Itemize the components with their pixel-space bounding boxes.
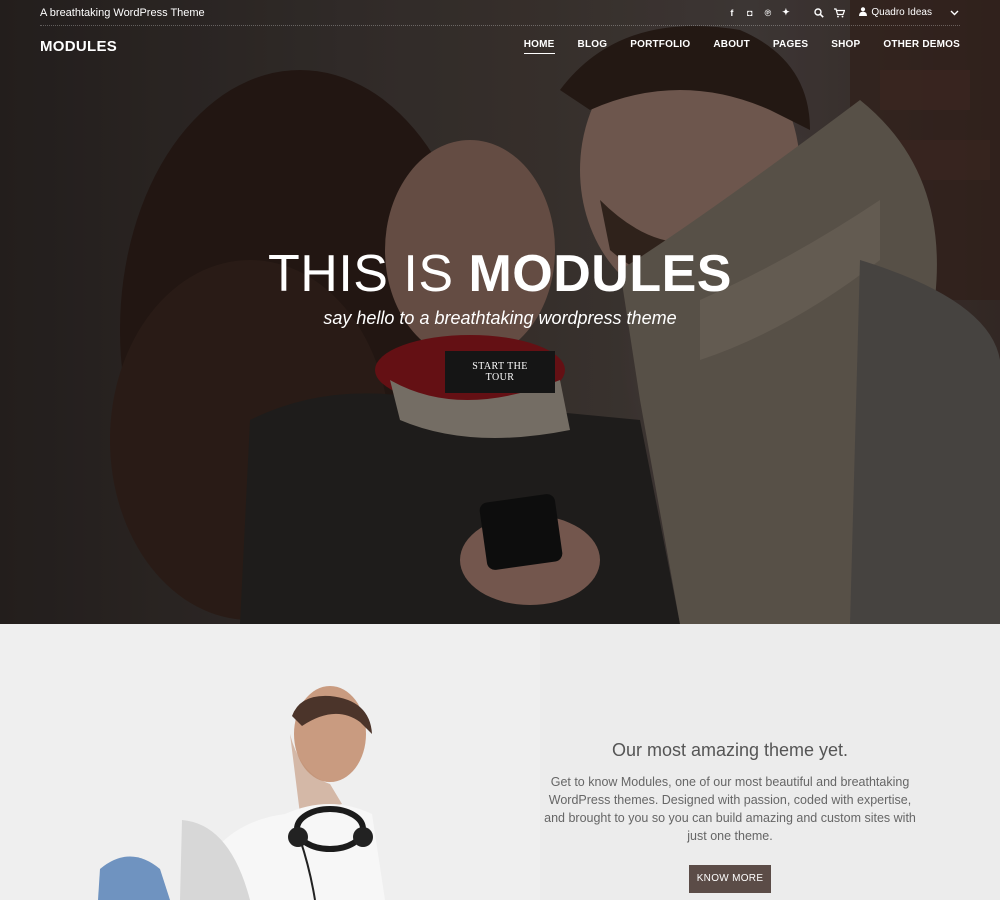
social-links: f ◘ ℗ ✦	[726, 7, 791, 18]
cart-icon[interactable]	[833, 7, 845, 19]
hero-section: A breathtaking WordPress Theme f ◘ ℗ ✦ Q…	[0, 0, 1000, 624]
user-name: Quadro Ideas	[871, 7, 932, 18]
nav-item-portfolio[interactable]: PORTFOLIO	[630, 39, 690, 54]
promo-description: Get to know Modules, one of our most bea…	[544, 775, 916, 843]
top-bar: A breathtaking WordPress Theme f ◘ ℗ ✦ Q…	[40, 0, 960, 26]
primary-menu: HOME BLOG PORTFOLIO ABOUT PAGES SHOP OTH…	[523, 39, 960, 54]
site-logo[interactable]: MODULES	[40, 38, 117, 55]
nav-item-pages[interactable]: PAGES	[773, 39, 808, 54]
hero-title: THIS IS MODULES	[0, 244, 1000, 304]
nav-item-shop[interactable]: SHOP	[831, 39, 860, 54]
nav-item-other-demos[interactable]: OTHER DEMOS	[883, 39, 960, 54]
start-tour-button[interactable]: START THE TOUR	[445, 351, 555, 393]
search-icon[interactable]	[813, 7, 825, 19]
hero-title-bold: MODULES	[468, 245, 732, 303]
instagram-icon[interactable]: ◘	[744, 7, 755, 18]
nav-item-blog[interactable]: BLOG	[578, 39, 608, 54]
know-more-button[interactable]: KNOW MORE	[689, 865, 771, 893]
intro-section: Our most amazing theme yet. Get to know …	[0, 624, 1000, 900]
hero-content: THIS IS MODULES say hello to a breathtak…	[0, 244, 1000, 393]
pinterest-icon[interactable]: ℗	[762, 7, 773, 18]
hero-title-light: THIS IS	[268, 245, 454, 303]
nav-item-about[interactable]: ABOUT	[713, 39, 750, 54]
hero-subtitle: say hello to a breathtaking wordpress th…	[323, 308, 677, 328]
site-tagline: A breathtaking WordPress Theme	[40, 6, 205, 19]
young-man-photo	[0, 624, 540, 900]
user-account-menu[interactable]: Quadro Ideas	[859, 6, 932, 19]
user-icon	[859, 6, 868, 19]
top-bar-tools: f ◘ ℗ ✦ Quadro Ideas	[726, 6, 960, 19]
facebook-icon[interactable]: f	[726, 7, 737, 18]
nav-item-home[interactable]: HOME	[523, 39, 555, 54]
promo-title: Our most amazing theme yet.	[611, 740, 849, 760]
chevron-down-icon[interactable]	[948, 7, 960, 19]
main-navigation: MODULES HOME BLOG PORTFOLIO ABOUT PAGES …	[40, 36, 960, 56]
twitter-icon[interactable]: ✦	[780, 7, 791, 18]
promo-block: Our most amazing theme yet. Get to know …	[540, 740, 920, 893]
